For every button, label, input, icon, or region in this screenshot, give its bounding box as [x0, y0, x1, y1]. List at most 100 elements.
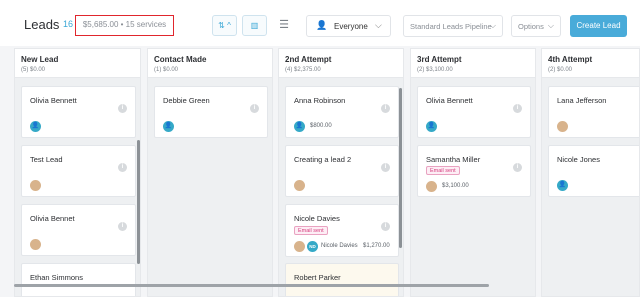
column-body: Olivia Bennett i 👤 Test Lead i Olivia Be…	[14, 78, 141, 297]
menu-icon: ☰	[279, 19, 289, 31]
column-body: Anna Robinson i 👤 $800.00 Creating a lea…	[278, 78, 404, 297]
sort-button[interactable]: ⇅ ^	[212, 15, 237, 36]
user-photo-avatar	[557, 121, 568, 132]
lead-name: Creating a lead 2	[294, 155, 352, 164]
column-title: New Lead	[21, 55, 59, 64]
info-icon[interactable]: i	[513, 104, 522, 113]
info-icon[interactable]: i	[381, 222, 390, 231]
column-subtitle: (5) $0.00	[21, 67, 46, 73]
pipeline-select[interactable]: Standard Leads Pipeline ⌵	[403, 15, 503, 37]
options-dropdown[interactable]: Options ⌵	[511, 15, 561, 37]
chevron-down-icon: ⌵	[489, 21, 496, 30]
info-icon[interactable]: i	[381, 163, 390, 172]
options-label: Options	[518, 22, 544, 31]
column-header: Contact Made (1) $0.00	[147, 48, 273, 78]
lead-name: Olivia Bennett	[426, 96, 473, 105]
lead-card[interactable]: Creating a lead 2 i	[285, 145, 399, 197]
column-header: 4th Attempt (2) $0.00	[541, 48, 640, 78]
list-menu-button[interactable]: ☰	[274, 15, 294, 36]
lead-name: Olivia Bennett	[30, 96, 77, 105]
lead-card[interactable]: Nicole Jones 👤	[548, 145, 639, 197]
lead-name: Anna Robinson	[294, 96, 346, 105]
column-new-lead: New Lead (5) $0.00 Olivia Bennett i 👤 Te…	[14, 48, 141, 297]
lead-name: Ethan Simmons	[30, 273, 83, 282]
lead-name: Nicole Davies	[294, 214, 340, 223]
info-icon[interactable]: i	[118, 163, 127, 172]
column-contact-made: Contact Made (1) $0.00 Debbie Green i 👤	[147, 48, 273, 297]
user-icon: 👤	[30, 121, 41, 132]
lead-card[interactable]: Debbie Green i 👤	[154, 86, 268, 138]
lead-name: Samantha Miller	[426, 155, 481, 164]
lead-card[interactable]: Olivia Bennett i 👤	[417, 86, 531, 138]
column-body: Olivia Bennett i 👤 Samantha Miller i Ema…	[410, 78, 536, 297]
assignee-initials-avatar: ND	[307, 241, 318, 252]
sort-icon: ⇅ ^	[218, 21, 231, 30]
user-icon: 👤	[557, 180, 568, 191]
lead-card[interactable]: Nicole Davies i Email sent ND Nicole Dav…	[285, 204, 399, 257]
owner-filter-dropdown[interactable]: 👤 Everyone ⌵	[306, 15, 391, 37]
assignee-name: Nicole Davies	[321, 243, 358, 249]
lead-amount: $3,100.00	[442, 183, 469, 189]
chevron-down-icon: ⌵	[547, 21, 554, 30]
create-lead-button[interactable]: Create Lead	[570, 15, 627, 37]
column-subtitle: (2) $0.00	[548, 67, 573, 73]
column-header: 3rd Attempt (2) $3,100.00	[410, 48, 536, 78]
lead-name: Test Lead	[30, 155, 63, 164]
user-icon: 👤	[294, 121, 305, 132]
column-title: Contact Made	[154, 55, 207, 64]
info-icon[interactable]: i	[381, 104, 390, 113]
info-icon[interactable]: i	[118, 222, 127, 231]
lead-card[interactable]: Test Lead i	[21, 145, 136, 197]
column-subtitle: (1) $0.00	[154, 67, 179, 73]
column-4th-attempt: 4th Attempt (2) $0.00 Lana Jefferson Nic…	[541, 48, 640, 297]
lead-name: Debbie Green	[163, 96, 210, 105]
lead-name: Olivia Bennet	[30, 214, 75, 223]
lead-card[interactable]: Lana Jefferson	[548, 86, 639, 138]
info-icon[interactable]: i	[250, 104, 259, 113]
column-title: 3rd Attempt	[417, 55, 462, 64]
column-title: 2nd Attempt	[285, 55, 332, 64]
info-icon[interactable]: i	[513, 163, 522, 172]
user-photo-avatar	[294, 241, 305, 252]
lead-card[interactable]: Ethan Simmons	[21, 263, 136, 296]
column-subtitle: (2) $3,100.00	[417, 67, 453, 73]
lead-card[interactable]: Anna Robinson i 👤 $800.00	[285, 86, 399, 138]
lead-name: Robert Parker	[294, 273, 341, 282]
board-view-icon: ▥	[250, 21, 259, 30]
user-icon: 👤	[316, 20, 328, 30]
column-3rd-attempt: 3rd Attempt (2) $3,100.00 Olivia Bennett…	[410, 48, 536, 297]
column-scrollbar[interactable]	[399, 88, 402, 248]
pipeline-select-label: Standard Leads Pipeline	[410, 22, 492, 31]
top-bar: Leads 16 $5,685.00 • 15 services ⇅ ^ ▥ ☰…	[0, 0, 640, 46]
email-sent-badge: Email sent	[294, 226, 328, 235]
user-photo-avatar	[426, 181, 437, 192]
column-body: Lana Jefferson Nicole Jones 👤	[541, 78, 640, 297]
column-title: 4th Attempt	[548, 55, 593, 64]
lead-amount: $1,270.00	[363, 243, 390, 249]
column-header: New Lead (5) $0.00	[14, 48, 141, 78]
info-icon[interactable]: i	[118, 104, 127, 113]
column-subtitle: (4) $2,375.00	[285, 67, 321, 73]
user-photo-avatar	[294, 180, 305, 191]
user-photo-avatar	[30, 239, 41, 250]
leads-count: 16	[63, 19, 74, 29]
lead-name: Nicole Jones	[557, 155, 600, 164]
user-icon: 👤	[426, 121, 437, 132]
column-body: Debbie Green i 👤	[147, 78, 273, 297]
pipeline-summary: $5,685.00 • 15 services	[75, 15, 174, 36]
lead-name: Lana Jefferson	[557, 96, 607, 105]
column-scrollbar[interactable]	[137, 140, 140, 264]
lead-card[interactable]: Samantha Miller i Email sent $3,100.00	[417, 145, 531, 197]
user-icon: 👤	[163, 121, 174, 132]
chevron-down-icon: ⌵	[375, 20, 382, 30]
lead-amount: $800.00	[310, 123, 332, 129]
lead-card[interactable]: Olivia Bennett i 👤	[21, 86, 136, 138]
owner-filter-label: Everyone	[334, 22, 368, 31]
board-view-button[interactable]: ▥	[242, 15, 267, 36]
column-header: 2nd Attempt (4) $2,375.00	[278, 48, 404, 78]
column-2nd-attempt: 2nd Attempt (4) $2,375.00 Anna Robinson …	[278, 48, 404, 297]
lead-card[interactable]: Robert Parker	[285, 263, 399, 296]
board-horizontal-scrollbar[interactable]	[14, 284, 489, 287]
lead-card[interactable]: Olivia Bennet i	[21, 204, 136, 256]
user-photo-avatar	[30, 180, 41, 191]
